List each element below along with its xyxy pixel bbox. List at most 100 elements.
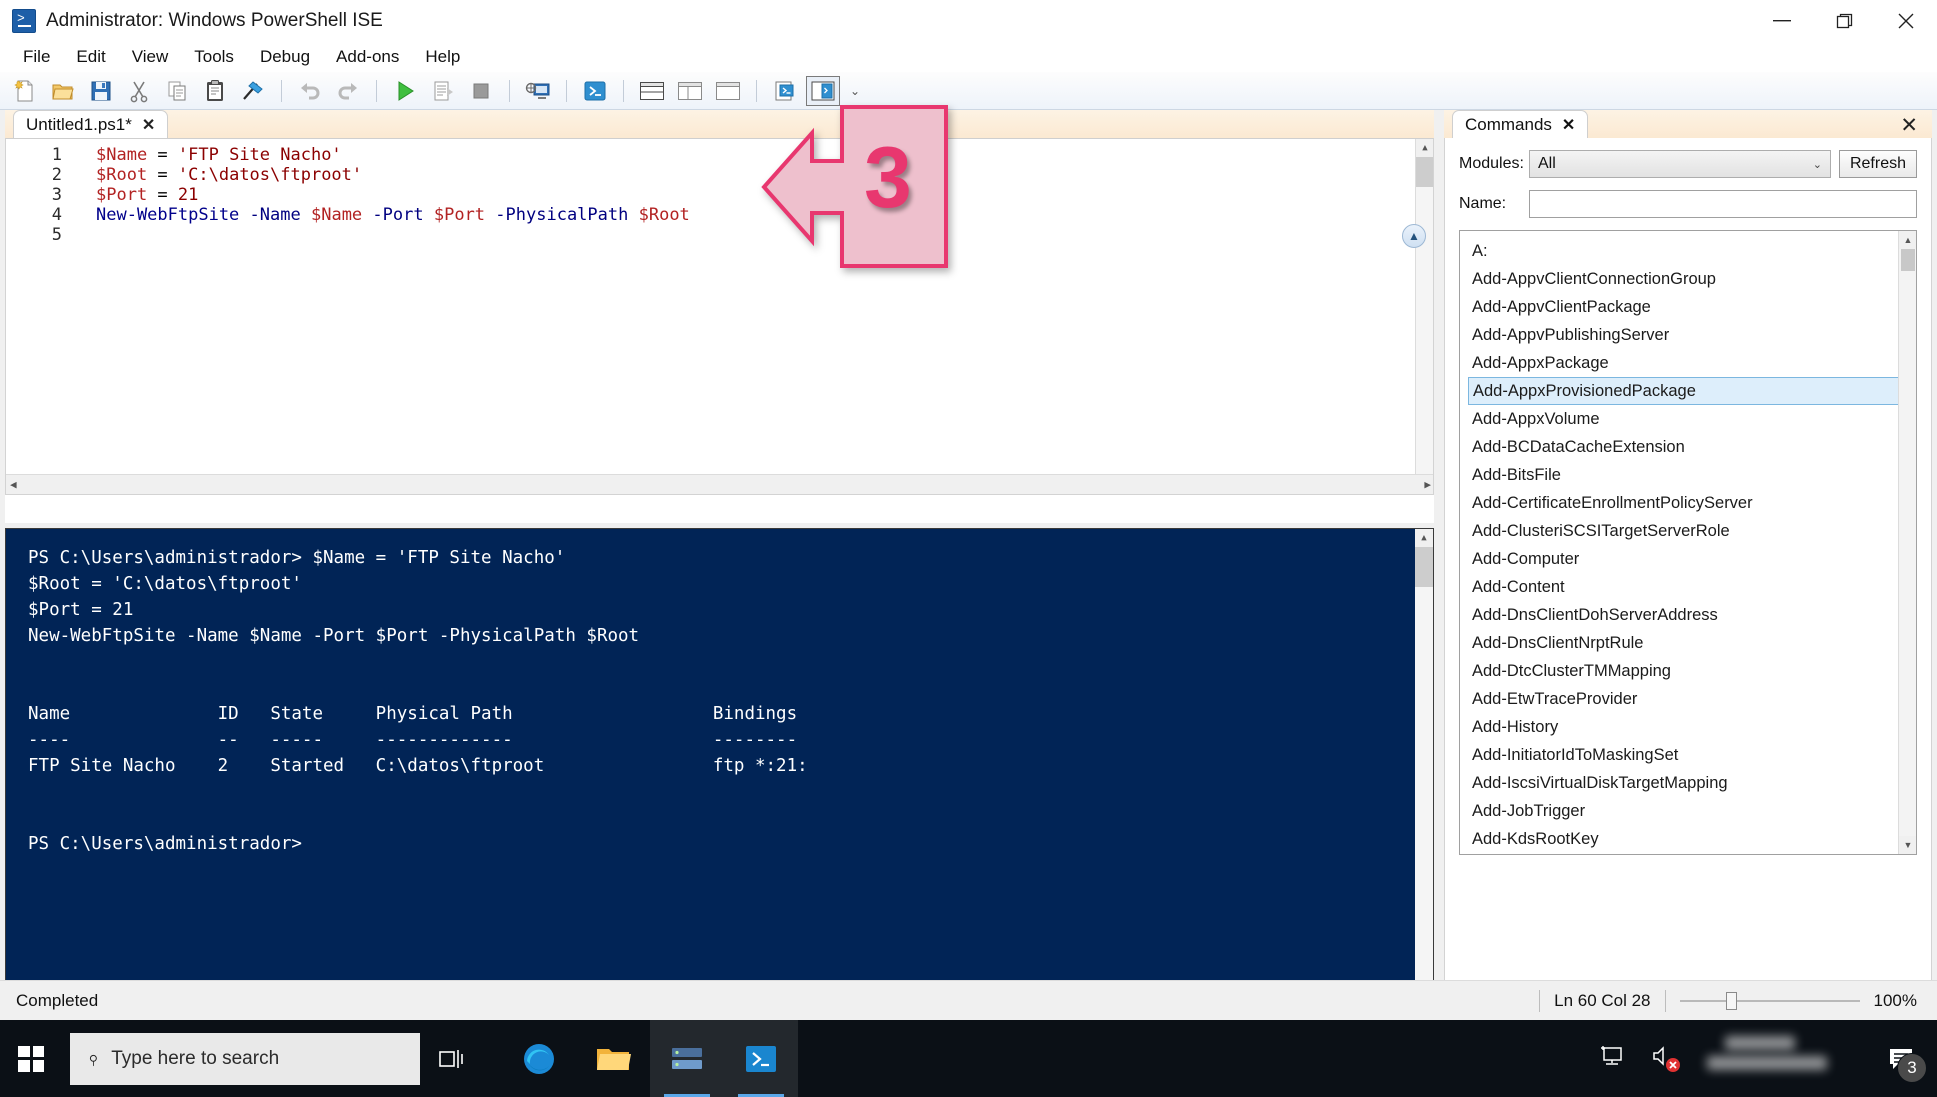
clock-blurred[interactable] [1703, 1034, 1853, 1084]
start-powershell-icon[interactable] [578, 76, 612, 106]
layout-maximized-icon[interactable] [711, 76, 745, 106]
commands-scroll-down-arrow-icon[interactable]: ▼ [1899, 836, 1916, 854]
zoom-slider[interactable] [1679, 991, 1860, 1011]
cut-icon[interactable] [122, 76, 156, 106]
commands-list-scrollbar[interactable]: ▲ ▼ [1898, 231, 1916, 854]
start-button[interactable] [0, 1020, 62, 1097]
task-view-icon[interactable] [420, 1020, 482, 1097]
taskbar: ⌕ Type here to search 3 [0, 1020, 1937, 1097]
menu-help[interactable]: Help [412, 44, 473, 70]
list-item[interactable]: Add-AppxProvisionedPackage [1468, 377, 1904, 405]
commands-scroll-up-arrow-icon[interactable]: ▲ [1899, 231, 1916, 249]
commands-scroll-thumb[interactable] [1901, 249, 1915, 271]
list-item[interactable]: A: [1468, 237, 1916, 265]
refresh-button[interactable]: Refresh [1838, 150, 1917, 178]
scroll-right-arrow-icon[interactable]: ▶ [1424, 478, 1431, 491]
list-item[interactable]: Add-JobTrigger [1468, 797, 1916, 825]
run-script-icon[interactable] [388, 76, 422, 106]
toolbar-overflow-icon[interactable]: ⌄ [850, 84, 860, 98]
show-script-pane-icon[interactable] [768, 76, 802, 106]
list-item[interactable]: Add-History [1468, 713, 1916, 741]
menu-file[interactable]: File [10, 44, 63, 70]
list-item[interactable]: Add-AppvClientConnectionGroup [1468, 265, 1916, 293]
menu-tools[interactable]: Tools [181, 44, 247, 70]
save-icon[interactable] [84, 76, 118, 106]
list-item[interactable]: Add-Content [1468, 573, 1916, 601]
undo-icon[interactable] [293, 76, 327, 106]
toolbar-separator-2 [376, 79, 377, 102]
list-item[interactable]: Add-AppvClientPackage [1468, 293, 1916, 321]
list-item[interactable]: Add-BCDataCacheExtension [1468, 433, 1916, 461]
maximize-button[interactable] [1813, 0, 1875, 42]
list-item[interactable]: Add-ClusteriSCSITargetServerRole [1468, 517, 1916, 545]
clear-console-icon[interactable] [236, 76, 270, 106]
console-vertical-scrollbar[interactable]: ▲ ▼ [1415, 529, 1433, 1054]
list-item[interactable]: Add-IscsiVirtualDiskTargetMapping [1468, 769, 1916, 797]
taskbar-app-server-manager[interactable] [650, 1020, 724, 1097]
close-icon[interactable]: ✕ [142, 115, 155, 135]
new-script-icon[interactable] [8, 76, 42, 106]
list-item[interactable]: Add-DnsClientDohServerAddress [1468, 601, 1916, 629]
commands-list[interactable]: A: Add-AppvClientConnectionGroup Add-AppvC… [1459, 230, 1917, 855]
editor-horizontal-scrollbar[interactable]: ◀ ▶ [6, 474, 1433, 494]
list-item[interactable]: Add-BitsFile [1468, 461, 1916, 489]
editor-scroll-thumb[interactable] [1416, 157, 1433, 187]
name-input[interactable] [1529, 190, 1917, 218]
run-selection-icon[interactable] [426, 76, 460, 106]
list-item[interactable]: Add-KdsRootKey [1468, 825, 1916, 853]
open-script-icon[interactable] [46, 76, 80, 106]
list-item[interactable]: Add-InitiatorIdToMaskingSet [1468, 741, 1916, 769]
close-icon[interactable]: ✕ [1562, 115, 1575, 135]
menu-add-ons[interactable]: Add-ons [323, 44, 412, 70]
title-bar: Administrator: Windows PowerShell ISE [0, 0, 1937, 42]
code-text: $Port = 21 [96, 185, 199, 205]
annotation-callout: 3 [760, 105, 950, 268]
console-scroll-thumb[interactable] [1415, 547, 1433, 587]
list-item[interactable]: Add-AppxVolume [1468, 405, 1916, 433]
new-remote-tab-icon[interactable] [521, 76, 555, 106]
minimize-button[interactable] [1751, 0, 1813, 42]
paste-icon[interactable] [198, 76, 232, 106]
scroll-up-arrow-icon[interactable]: ▲ [1416, 139, 1433, 157]
console-scroll-up-arrow-icon[interactable]: ▲ [1415, 529, 1433, 547]
menu-debug[interactable]: Debug [247, 44, 323, 70]
menu-view[interactable]: View [119, 44, 182, 70]
menu-edit[interactable]: Edit [63, 44, 118, 70]
close-button[interactable] [1875, 0, 1937, 42]
script-tab-untitled1[interactable]: Untitled1.ps1* ✕ [13, 110, 169, 138]
layout-top-bottom-icon[interactable] [635, 76, 669, 106]
commands-tab-label: Commands [1465, 114, 1552, 134]
taskbar-app-file-explorer[interactable] [576, 1020, 650, 1097]
list-item[interactable]: Add-EtwTraceProvider [1468, 685, 1916, 713]
chevron-up-icon[interactable]: ▲ [1402, 224, 1426, 248]
zoom-slider-knob[interactable] [1725, 991, 1737, 1010]
list-item[interactable]: Add-DnsClientNrptRule [1468, 629, 1916, 657]
volume-muted-icon[interactable] [1651, 1045, 1680, 1072]
name-label: Name: [1459, 195, 1507, 212]
network-icon[interactable] [1599, 1045, 1625, 1072]
taskbar-app-edge[interactable] [502, 1020, 576, 1097]
commands-pane: Commands ✕ ✕ Modules: All ⌄ Refresh Name… [1444, 110, 1932, 1073]
list-item[interactable]: Add-DtcClusterTMMapping [1468, 657, 1916, 685]
copy-icon[interactable] [160, 76, 194, 106]
stop-operation-icon[interactable] [464, 76, 498, 106]
commands-tab[interactable]: Commands ✕ [1452, 110, 1589, 138]
list-item[interactable]: Add-AppxPackage [1468, 349, 1916, 377]
action-center-button[interactable]: 3 [1879, 1037, 1927, 1083]
editor-vertical-scrollbar[interactable]: ▲ ▼ [1415, 139, 1433, 494]
modules-select[interactable]: All ⌄ [1529, 150, 1831, 178]
scroll-left-arrow-icon[interactable]: ◀ [10, 478, 17, 491]
list-item[interactable]: Add-AppvPublishingServer [1468, 321, 1916, 349]
taskbar-search-box[interactable]: ⌕ Type here to search [70, 1032, 420, 1085]
window-controls[interactable] [1751, 0, 1937, 42]
commands-pane-close-button[interactable]: ✕ [1900, 113, 1918, 138]
redo-icon[interactable] [331, 76, 365, 106]
list-item[interactable]: Add-CertificateEnrollmentPolicyServer [1468, 489, 1916, 517]
taskbar-app-powershell-ise[interactable] [724, 1020, 798, 1097]
show-command-addon-icon[interactable] [806, 75, 840, 106]
script-editor[interactable]: 1 $Name = 'FTP Site Nacho' 2 $Root = 'C:\da… [5, 138, 1434, 495]
code-text: $Name = 'FTP Site Nacho' [96, 145, 342, 165]
code-line: 5 [6, 225, 1433, 245]
layout-side-by-side-icon[interactable] [673, 76, 707, 106]
list-item[interactable]: Add-Computer [1468, 545, 1916, 573]
